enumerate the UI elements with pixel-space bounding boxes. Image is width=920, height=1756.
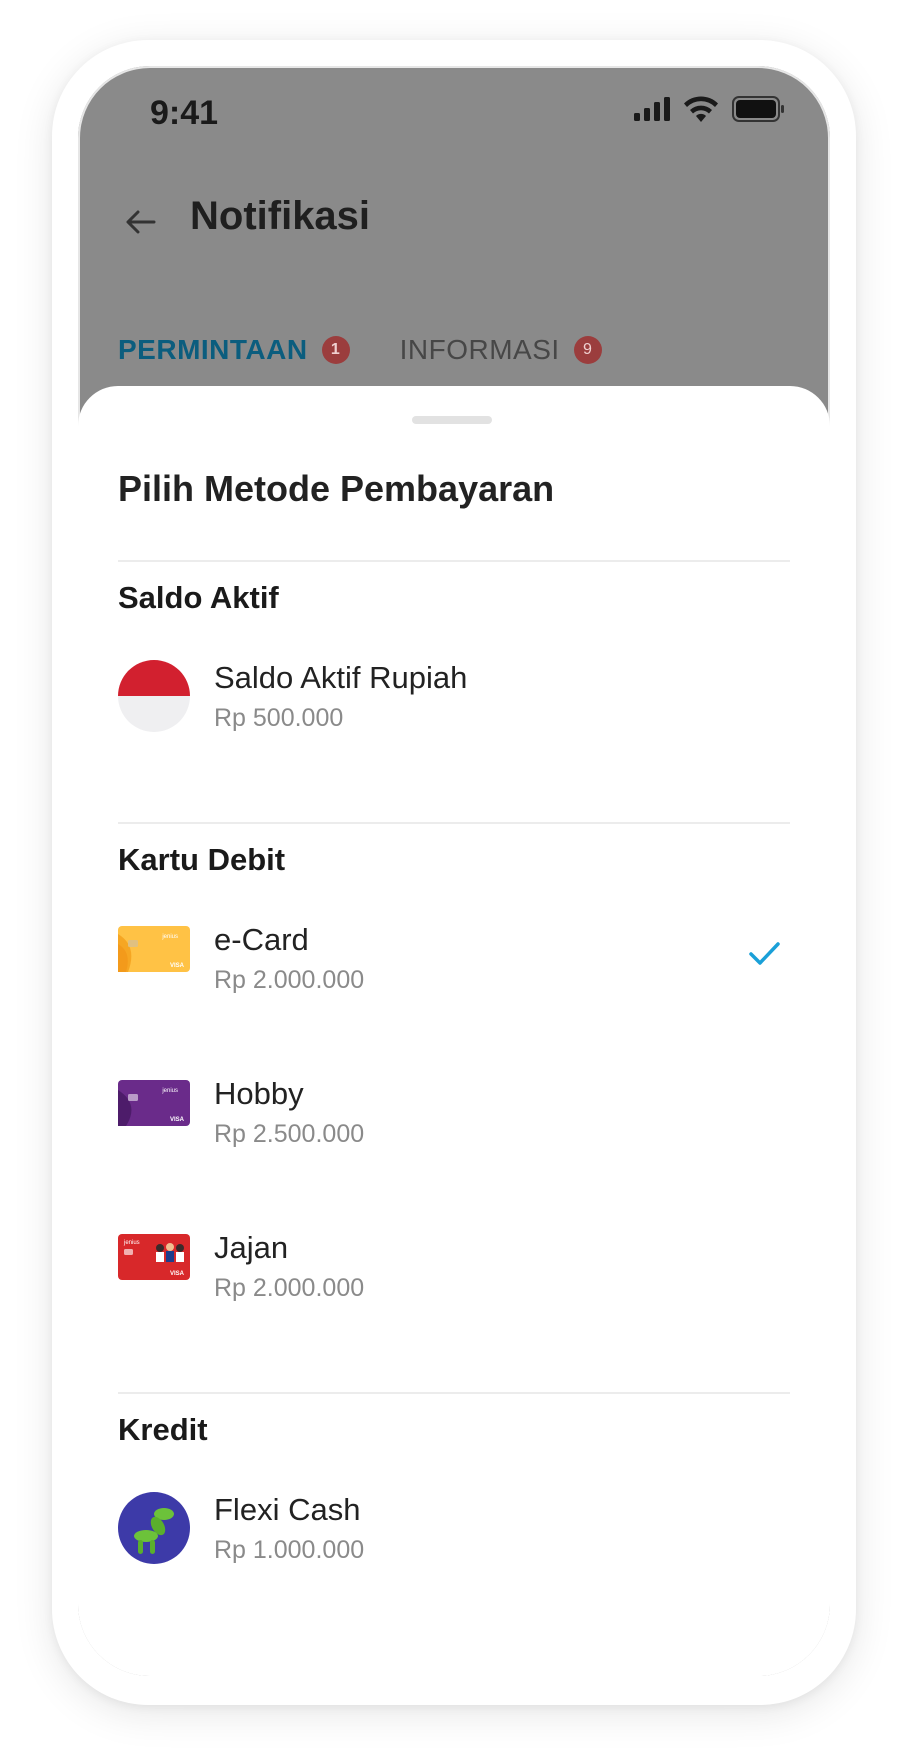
divider	[118, 1392, 790, 1394]
payment-method-sheet: Pilih Metode Pembayaran Saldo Aktif Sald…	[78, 386, 830, 1676]
payment-item-ecard[interactable]: jenius VISA e-Card Rp 2.000.000	[118, 922, 790, 1002]
svg-text:jenius: jenius	[161, 934, 178, 940]
status-icons	[634, 96, 786, 122]
payment-item-hobby[interactable]: jenius VISA Hobby Rp 2.500.000	[118, 1076, 790, 1156]
tab-badge: 9	[573, 336, 602, 364]
section-title-kartu-debit: Kartu Debit	[118, 842, 286, 877]
status-bar: 9:41	[78, 66, 830, 166]
battery-icon	[732, 96, 784, 122]
status-time: 9:41	[150, 94, 219, 132]
item-amount: Rp 2.000.000	[214, 966, 365, 994]
screen: 9:41 Notifikasi PERMINTAAN 1 INFORMASI 9…	[78, 66, 830, 1676]
svg-text:jenius: jenius	[161, 1088, 178, 1094]
sheet-drag-handle[interactable]	[412, 416, 492, 424]
app-header: Notifikasi	[78, 186, 830, 256]
hobby-purple-card-icon: jenius VISA	[118, 1080, 190, 1126]
sheet-title: Pilih Metode Pembayaran	[118, 468, 555, 509]
item-name: Flexi Cash	[214, 1492, 361, 1527]
item-amount: Rp 500.000	[214, 704, 344, 732]
jajan-red-card-icon: jenius VISA	[118, 1234, 190, 1280]
wifi-icon	[684, 96, 718, 122]
section-title-saldo-aktif: Saldo Aktif	[118, 580, 279, 615]
tab-permintaan[interactable]: PERMINTAAN 1	[118, 334, 350, 366]
svg-text:VISA: VISA	[170, 963, 185, 969]
divider	[118, 822, 790, 824]
payment-item-saldo-aktif-rupiah[interactable]: Saldo Aktif Rupiah Rp 500.000	[118, 660, 790, 740]
svg-text:jenius: jenius	[123, 1240, 140, 1246]
tab-informasi[interactable]: INFORMASI 9	[400, 334, 602, 366]
page-title: Notifikasi	[190, 194, 371, 238]
svg-text:VISA: VISA	[170, 1117, 185, 1123]
divider	[118, 560, 790, 562]
payment-item-jajan[interactable]: jenius VISA Jajan Rp 2.000.000	[118, 1230, 790, 1310]
item-name: Saldo Aktif Rupiah	[214, 660, 468, 695]
phone-frame: 9:41 Notifikasi PERMINTAAN 1 INFORMASI 9…	[52, 40, 856, 1705]
tab-badge: 1	[321, 336, 350, 364]
indonesia-flag-icon	[118, 660, 190, 732]
item-name: e-Card	[214, 922, 309, 957]
back-arrow-icon[interactable]	[122, 204, 158, 240]
tab-label: PERMINTAAN	[118, 334, 308, 365]
section-title-kredit: Kredit	[118, 1412, 208, 1447]
tab-label: INFORMASI	[399, 334, 560, 365]
item-amount: Rp 1.000.000	[214, 1536, 365, 1564]
tab-bar: PERMINTAAN 1 INFORMASI 9	[118, 334, 602, 366]
flexi-cash-icon	[118, 1492, 190, 1564]
check-icon	[749, 942, 780, 965]
item-amount: Rp 2.500.000	[214, 1120, 365, 1148]
item-name: Jajan	[214, 1230, 289, 1265]
svg-text:VISA: VISA	[170, 1271, 185, 1277]
item-amount: Rp 2.000.000	[214, 1274, 365, 1302]
signal-icon	[634, 97, 670, 121]
item-name: Hobby	[214, 1076, 304, 1111]
ecard-yellow-icon: jenius VISA	[118, 926, 190, 972]
payment-item-flexi-cash[interactable]: Flexi Cash Rp 1.000.000	[118, 1492, 790, 1572]
